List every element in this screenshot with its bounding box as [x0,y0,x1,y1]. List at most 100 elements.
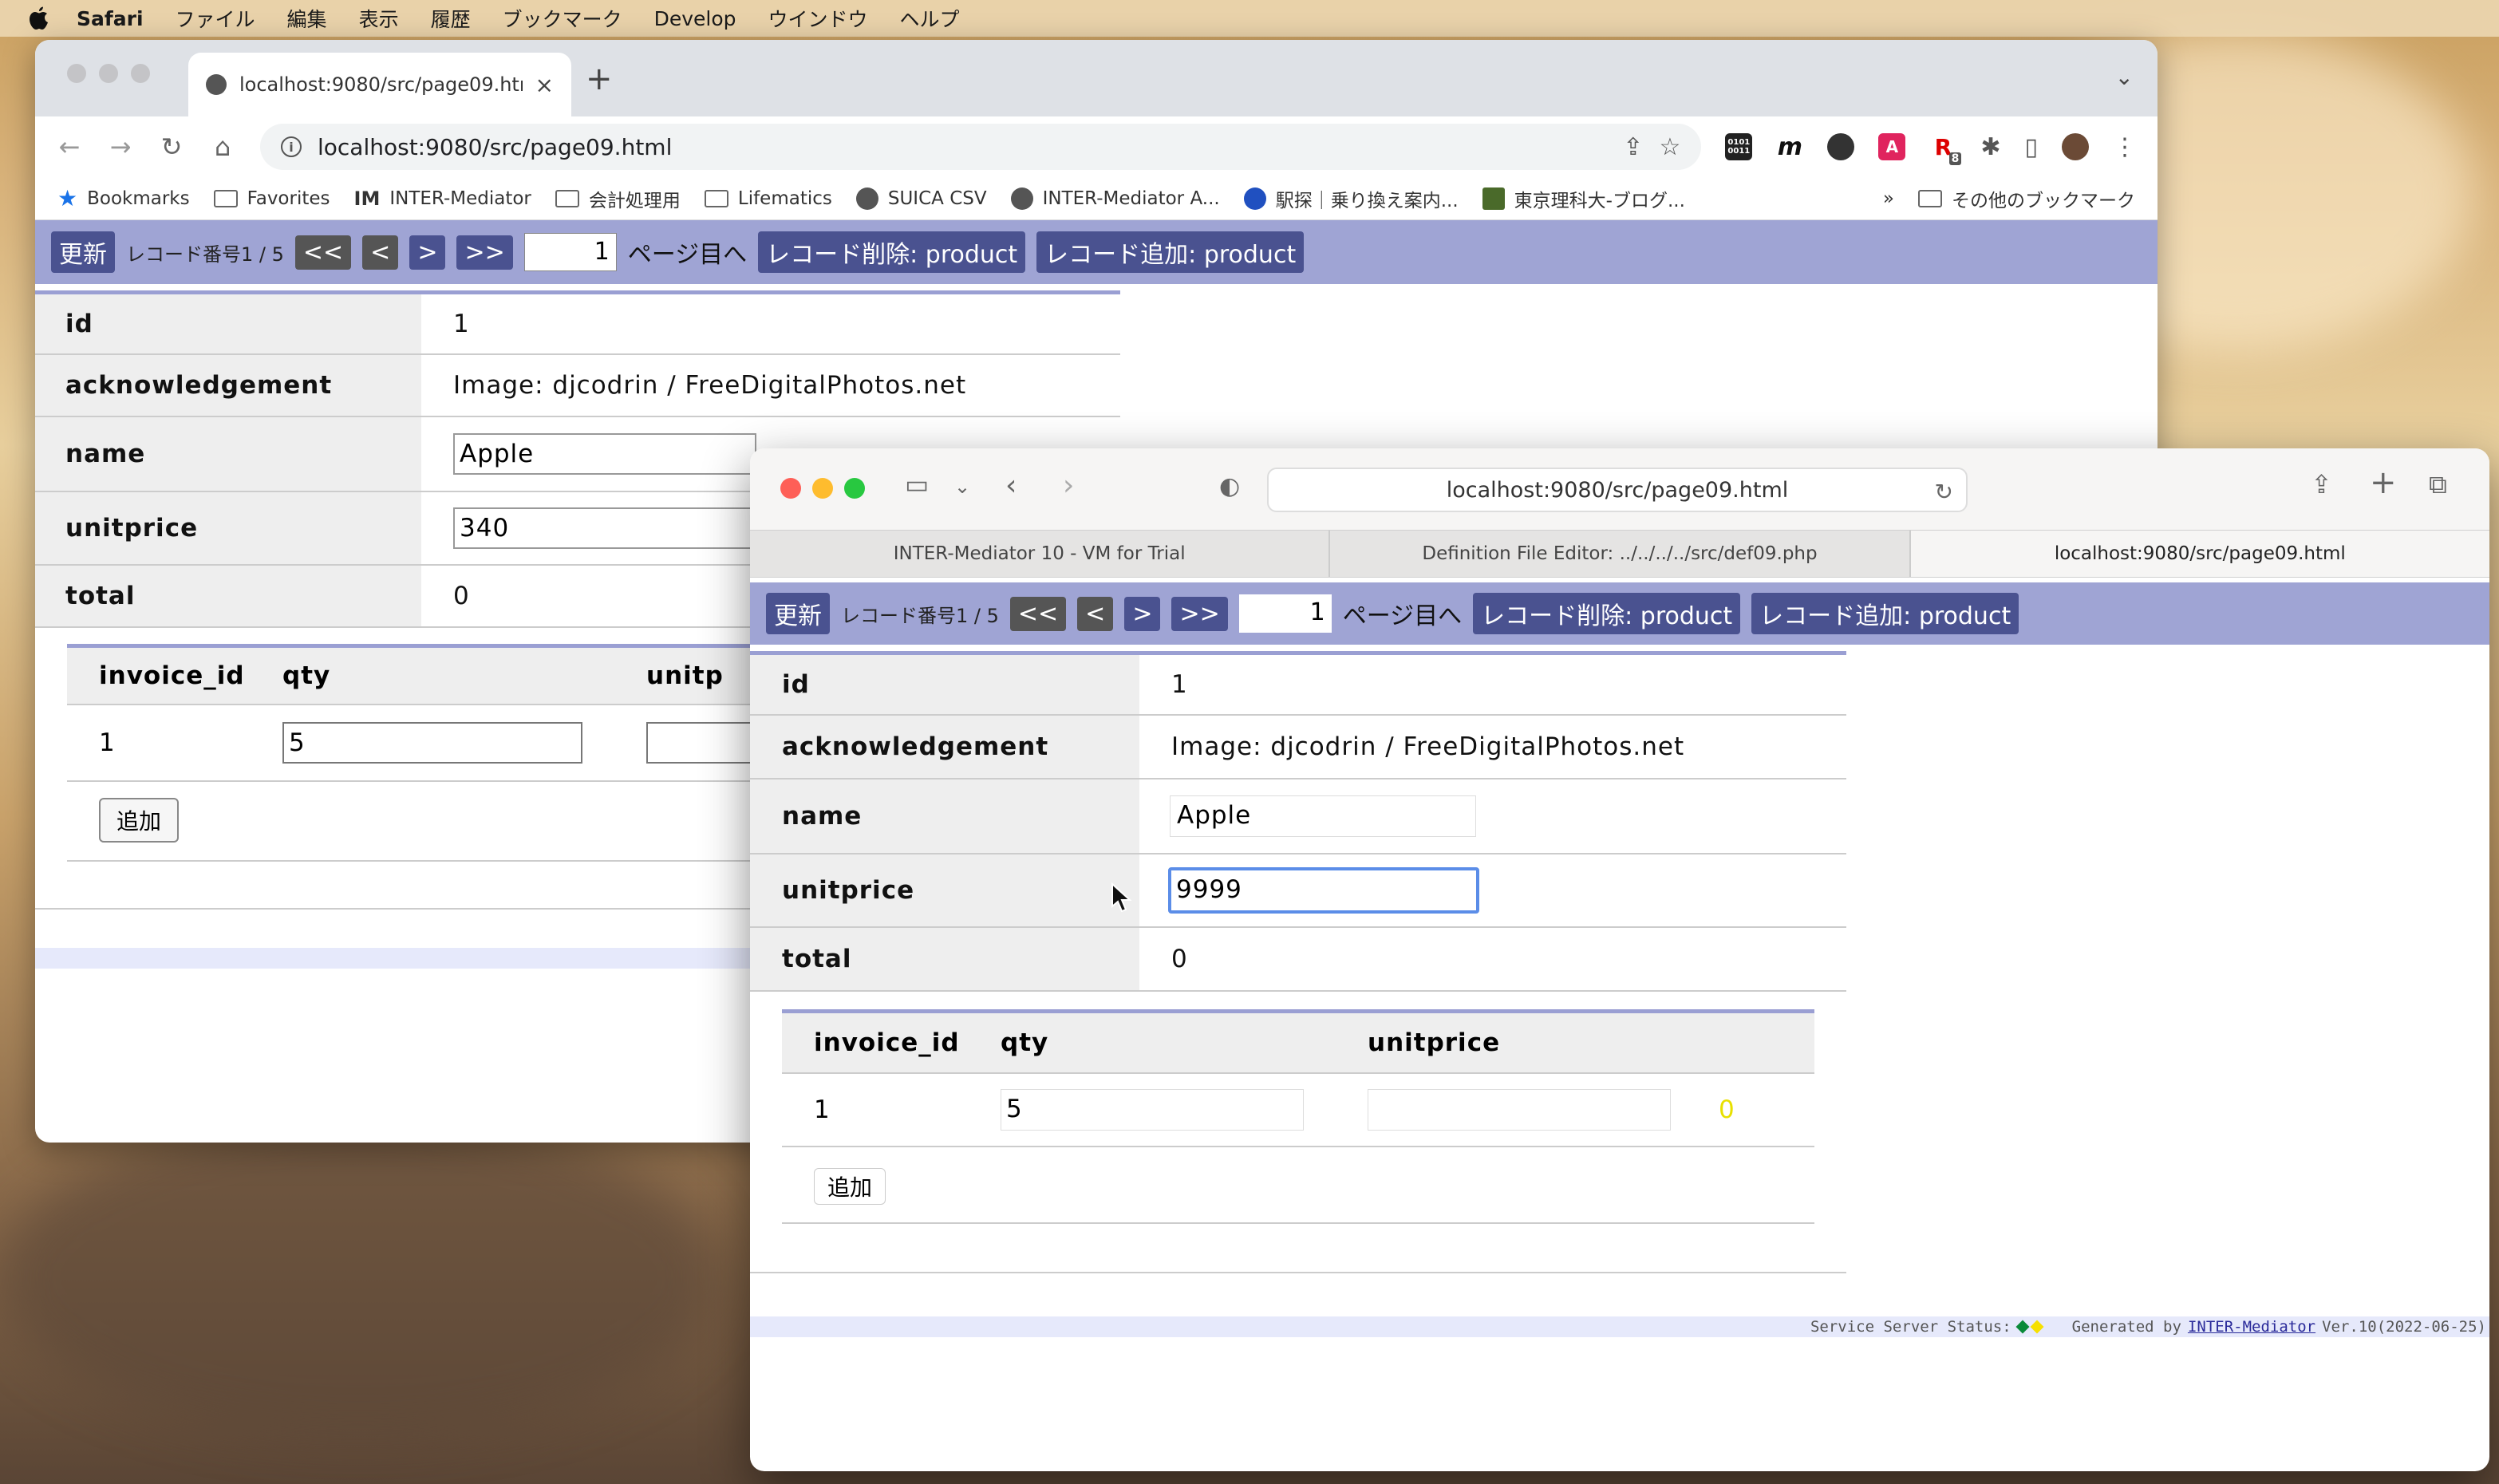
cube-extension-icon[interactable] [1827,133,1855,160]
new-tab-icon[interactable]: + [2370,464,2397,501]
first-record-button[interactable]: << [1009,596,1067,631]
shield-icon[interactable]: ◐ [1219,472,1240,500]
update-button[interactable]: 更新 [51,231,115,273]
bookmarks-overflow[interactable]: » [1883,188,1894,209]
next-record-button[interactable]: > [409,235,446,270]
field-label: acknowledgement [35,355,421,416]
sidebar-icon[interactable]: ▭ [905,469,929,499]
globe-icon [855,187,878,210]
bookmark-item[interactable]: 東京理科大-ブログ... [1482,185,1685,212]
window-zoom-inactive[interactable] [131,64,150,83]
bookmark-item[interactable]: Favorites [213,188,330,209]
header-qty: qty [282,661,331,690]
add-record-button[interactable]: レコード追加: product [1751,593,2019,634]
sidepanel-icon[interactable]: ▯ [2024,133,2038,161]
r-extension-icon[interactable]: R 8 [1929,133,1962,165]
m-extension-icon[interactable]: m [1776,133,1803,161]
share-icon[interactable]: ⇪ [1623,133,1643,161]
folder-icon [704,189,728,207]
menu-view[interactable]: 表示 [359,4,399,33]
chrome-omnibox[interactable]: i localhost:9080/src/page09.html ⇪ ☆ [260,124,1702,170]
unitprice-input[interactable]: 9999 [1168,867,1479,914]
menu-edit[interactable]: 編集 [287,4,327,33]
menu-file[interactable]: ファイル [176,4,255,33]
bookmark-label: その他のブックマーク [1952,190,2135,211]
prev-record-button[interactable]: < [362,235,399,270]
add-row-button[interactable]: 追加 [99,798,180,843]
chevron-down-icon[interactable]: ⌄ [2115,64,2134,90]
page-number-input[interactable]: 1 [523,233,617,271]
update-button[interactable]: 更新 [766,593,830,634]
field-label: name [35,417,421,491]
close-icon[interactable]: × [535,72,554,98]
record-row-total: total 0 [750,928,1846,992]
window-close-button[interactable] [780,478,801,499]
reload-icon[interactable]: ↻ [1935,479,1953,505]
other-bookmarks[interactable]: その他のブックマーク [1918,185,2135,212]
forward-icon[interactable]: → [107,132,134,162]
unitprice-cell-input[interactable] [1368,1089,1671,1131]
reload-icon[interactable]: ↻ [158,132,185,162]
last-record-button[interactable]: >> [1171,596,1228,631]
page-number-input[interactable]: 1 [1238,594,1332,633]
tab-overview-icon[interactable]: ⧉ [2429,469,2447,500]
bookmark-item[interactable]: INTER-Mediator A... [1010,187,1220,210]
menu-help[interactable]: ヘルプ [900,4,960,33]
chevron-down-icon[interactable]: ⌄ [954,476,970,498]
menu-bookmarks[interactable]: ブックマーク [503,4,622,33]
bookmark-item[interactable]: IM INTER-Mediator [354,187,531,210]
window-zoom-button[interactable] [844,478,865,499]
name-input[interactable]: Apple [1170,795,1476,837]
menu-history[interactable]: 履歴 [431,4,471,33]
share-icon[interactable]: ⇪ [2311,469,2332,499]
next-record-button[interactable]: > [1124,596,1161,631]
safari-tab[interactable]: Definition File Editor: ../../../../src/… [1330,531,1911,577]
more-icon[interactable]: ⋮ [2113,133,2137,161]
window-minimize-inactive[interactable] [99,64,118,83]
safari-tab-active[interactable]: localhost:9080/src/page09.html [1910,531,2489,577]
qty-input[interactable]: 5 [282,722,582,764]
unitprice-input[interactable]: 340 [453,507,756,549]
name-input[interactable]: Apple [453,433,756,475]
menu-develop[interactable]: Develop [654,7,736,30]
header-invoice-id: invoice_id [99,661,245,690]
forward-icon[interactable]: › [1063,469,1074,502]
prev-record-button[interactable]: < [1077,596,1114,631]
back-icon[interactable]: ‹ [1005,469,1017,502]
menu-safari[interactable]: Safari [77,7,144,30]
binary-extension-icon[interactable]: 0101 0011 [1725,133,1753,160]
puzzle-icon[interactable]: ✱ [1980,133,2000,161]
window-close-inactive[interactable] [67,64,86,83]
qty-input[interactable]: 5 [1001,1089,1304,1131]
back-icon[interactable]: ← [56,132,83,162]
bookmark-item[interactable]: 会計処理用 [555,185,681,212]
delete-record-button[interactable]: レコード削除: product [1473,593,1741,634]
last-record-button[interactable]: >> [456,235,513,270]
window-minimize-button[interactable] [812,478,833,499]
acrobat-extension-icon[interactable]: A [1878,133,1906,160]
home-icon[interactable]: ⌂ [209,132,236,162]
bookmark-item[interactable]: 駅探｜乗り換え案内... [1243,185,1459,212]
first-record-button[interactable]: << [294,235,352,270]
new-tab-button[interactable]: + [586,61,613,97]
bookmark-item[interactable]: Lifematics [704,188,832,209]
bookmark-item[interactable]: SUICA CSV [855,187,987,210]
safari-address-bar[interactable]: localhost:9080/src/page09.html ↻ [1267,468,1968,512]
add-row-button[interactable]: 追加 [814,1168,886,1205]
apple-icon[interactable] [29,6,49,30]
bookmark-label: SUICA CSV [887,187,987,209]
chrome-tab-active[interactable]: localhost:9080/src/page09.html × [188,53,571,116]
bookmark-item[interactable]: ★ Bookmarks [57,185,190,211]
info-icon[interactable]: i [281,136,302,157]
avatar[interactable] [2062,133,2089,160]
field-label: unitprice [750,854,1139,926]
mouse-cursor-icon [1111,882,1132,913]
delete-record-button[interactable]: レコード削除: product [758,231,1026,273]
star-icon[interactable]: ☆ [1659,133,1680,161]
record-row-id: id 1 [35,294,1120,355]
inter-mediator-link[interactable]: INTER-Mediator [2188,1318,2315,1336]
menu-window[interactable]: ウインドウ [768,4,868,33]
safari-tab[interactable]: INTER-Mediator 10 - VM for Trial [750,531,1331,577]
folder-icon [555,189,579,207]
add-record-button[interactable]: レコード追加: product [1036,231,1305,273]
